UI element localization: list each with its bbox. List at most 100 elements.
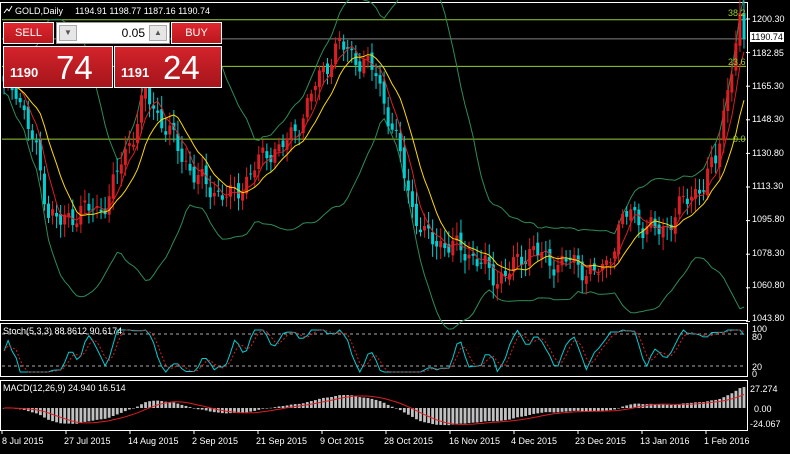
candle-body <box>414 203 418 227</box>
macd-bar <box>362 397 366 408</box>
macd-bar <box>532 408 536 414</box>
date-label: 9 Oct 2015 <box>320 436 365 446</box>
macd-bar <box>669 405 673 408</box>
macd-bar <box>625 405 629 408</box>
sell-price-box[interactable]: 1190 74 <box>3 46 113 88</box>
macd-bar <box>63 408 67 424</box>
candle-body <box>495 284 499 289</box>
macd-bar <box>318 398 321 408</box>
macd-bar <box>471 408 475 423</box>
candle-body <box>467 254 471 259</box>
stoch-label: Stoch(5,3,3) 88.8612 90.6174 <box>3 326 123 336</box>
macd-bar <box>188 407 192 408</box>
candle-body <box>184 160 188 162</box>
macd-bar <box>338 395 342 408</box>
sell-button[interactable]: SELL <box>3 22 54 44</box>
macd-bar <box>370 398 374 408</box>
macd-bar <box>95 408 99 420</box>
macd-bar <box>59 408 63 424</box>
macd-bar <box>334 395 337 408</box>
candle-body <box>479 262 483 264</box>
candle-body <box>637 209 641 226</box>
price-tick: 1078.30 <box>752 248 785 258</box>
lot-size-input[interactable] <box>79 24 147 42</box>
candle-body <box>621 213 625 225</box>
macd-bar <box>455 408 459 424</box>
candle-body <box>253 170 257 178</box>
macd-bar <box>584 408 588 412</box>
macd-bar <box>487 408 491 422</box>
macd-bar <box>576 408 580 411</box>
date-label: 2 Sep 2015 <box>192 436 239 446</box>
sell-price-prefix: 1190 <box>10 65 39 80</box>
macd-bar <box>520 408 523 417</box>
buy-price-box[interactable]: 1191 24 <box>114 46 222 88</box>
ohlc-readout: 1194.91 1198.77 1187.16 1190.74 <box>75 6 210 16</box>
candle-body <box>119 164 123 174</box>
macd-bar <box>382 402 386 408</box>
candle-body <box>192 167 196 183</box>
price-tick: 1130.80 <box>752 148 784 158</box>
macd-bar <box>172 402 176 408</box>
candle-body <box>386 107 390 127</box>
candle-body <box>140 95 143 123</box>
macd-bar <box>200 408 204 410</box>
candle-body <box>398 133 402 152</box>
macd-bar <box>127 408 131 410</box>
lot-increase-icon[interactable]: ▲ <box>149 25 167 41</box>
macd-bar <box>386 404 390 408</box>
macd-bar <box>330 396 333 408</box>
macd-bar <box>495 408 499 422</box>
macd-label: MACD(12,26,9) 24.940 16.514 <box>3 383 126 393</box>
macd-bar <box>714 399 718 408</box>
macd-bar <box>451 408 455 425</box>
lot-decrease-icon[interactable]: ▼ <box>59 25 77 41</box>
macd-bar <box>475 408 479 423</box>
macd-bar <box>196 408 200 410</box>
price-tick: 1165.30 <box>752 81 784 91</box>
stoch-tick: 0 <box>752 369 758 379</box>
candle-body <box>564 258 568 262</box>
candle-body <box>402 147 406 179</box>
macd-bar <box>265 408 269 409</box>
macd-bar <box>742 387 746 408</box>
buy-price-prefix: 1191 <box>121 65 150 80</box>
one-click-trading-panel: SELL ▼ ▲ BUY 1190 74 1191 24 <box>3 22 222 88</box>
macd-bar <box>67 408 71 424</box>
candle-body <box>22 105 26 111</box>
macd-bar <box>536 408 540 414</box>
macd-bar <box>552 408 556 413</box>
macd-bar <box>204 408 208 411</box>
macd-bar <box>136 406 139 408</box>
macd-bar <box>718 398 722 408</box>
candle-body <box>382 81 386 104</box>
macd-bar <box>617 408 621 409</box>
candle-body <box>111 174 115 199</box>
macd-bar <box>326 397 329 408</box>
candle-body <box>14 87 18 99</box>
date-label: 16 Nov 2015 <box>449 436 501 446</box>
macd-bar <box>556 408 560 413</box>
macd-tick: 0.00 <box>754 404 772 414</box>
buy-button[interactable]: BUY <box>171 22 222 44</box>
candle-body <box>164 131 168 135</box>
macd-bar <box>184 405 188 408</box>
macd-bar <box>39 408 42 416</box>
macd-bar <box>621 406 625 408</box>
candle-body <box>451 240 455 256</box>
macd-bar <box>350 395 354 408</box>
macd-bar <box>123 408 127 412</box>
candle-body <box>216 190 220 192</box>
candle-body <box>439 241 443 248</box>
price-tick: 1113.30 <box>752 181 784 191</box>
macd-bar <box>605 408 608 411</box>
candle-body <box>390 123 394 130</box>
date-label: 28 Oct 2015 <box>384 436 434 446</box>
candle-body <box>625 211 629 217</box>
macd-bar <box>694 402 697 408</box>
candle-body <box>26 106 30 129</box>
macd-bar <box>30 408 34 413</box>
candle-body <box>423 225 427 231</box>
candle-body <box>241 192 245 201</box>
macd-bar <box>544 408 548 413</box>
